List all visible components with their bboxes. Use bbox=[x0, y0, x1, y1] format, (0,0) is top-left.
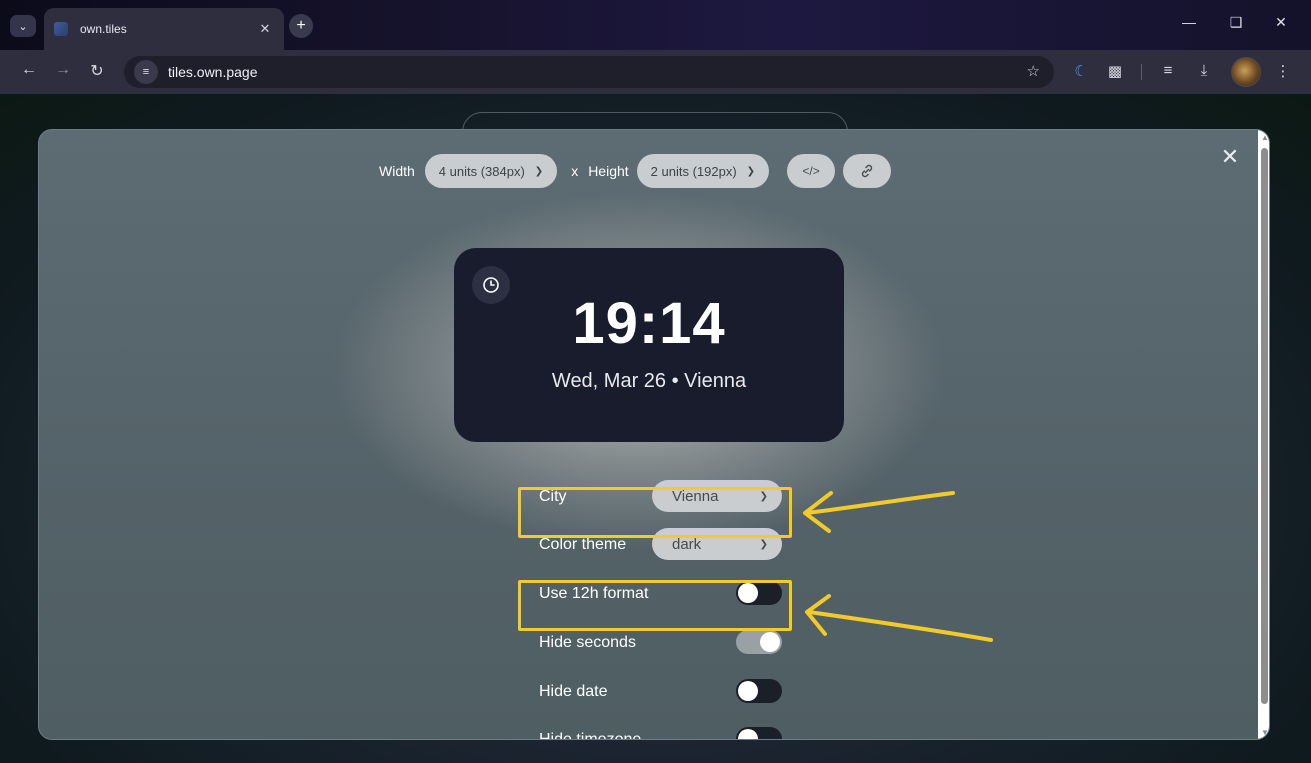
clock-date-location: Wed, Mar 26 • Vienna bbox=[551, 370, 747, 392]
new-tab-button[interactable]: + bbox=[289, 14, 313, 38]
hide-timezone-label: Hide timezone bbox=[539, 731, 642, 740]
tab-strip: ⌄ own.tiles ✕ + — ❑ ✕ bbox=[0, 0, 1311, 50]
scroll-down-icon[interactable]: ▼ bbox=[1261, 728, 1269, 737]
color-theme-value: dark bbox=[672, 535, 702, 553]
download-icon[interactable]: ⤓ bbox=[1193, 62, 1215, 79]
tab-close-icon[interactable]: ✕ bbox=[256, 21, 274, 37]
times-symbol: x bbox=[571, 163, 579, 179]
address-bar[interactable]: ≡ tiles.own.page ☆ bbox=[124, 56, 1054, 88]
width-select[interactable]: 4 units (384px) ❯ bbox=[424, 154, 558, 188]
hide-date-toggle[interactable] bbox=[736, 679, 782, 703]
height-value: 2 units (192px) bbox=[650, 163, 737, 179]
embed-code-button[interactable]: </> bbox=[787, 154, 836, 188]
link-icon bbox=[861, 164, 873, 178]
extension-c-icon[interactable]: ☾ bbox=[1070, 62, 1092, 80]
scroll-up-icon[interactable]: ▲ bbox=[1261, 133, 1269, 142]
profile-avatar[interactable] bbox=[1231, 57, 1261, 87]
annotation-arrow-hide-seconds bbox=[805, 594, 993, 642]
annotation-arrow-color-theme bbox=[803, 491, 955, 533]
minimize-icon[interactable]: — bbox=[1174, 14, 1204, 30]
hide-seconds-toggle[interactable] bbox=[736, 630, 782, 654]
height-label: Height bbox=[588, 163, 629, 179]
tab-title: own.tiles bbox=[80, 22, 127, 36]
forward-icon[interactable]: → bbox=[52, 61, 74, 79]
browser-toolbar: ← → ↻ ≡ tiles.own.page ☆ ☾ ▩ ≡ ⤓ ⋮ bbox=[0, 50, 1311, 94]
menu-kebab-icon[interactable]: ⋮ bbox=[1272, 62, 1294, 80]
url-text[interactable]: tiles.own.page bbox=[168, 64, 258, 80]
reload-icon[interactable]: ↻ bbox=[86, 61, 108, 81]
width-label: Width bbox=[379, 163, 415, 179]
clock-tile-preview: 19:14 Wed, Mar 26 • Vienna bbox=[454, 248, 844, 442]
favicon-icon bbox=[54, 22, 68, 36]
tile-settings-modal: ✕ ▲ ▼ Width 4 units (384px) ❯ x Height 2… bbox=[38, 129, 1270, 740]
hide-seconds-label: Hide seconds bbox=[539, 634, 636, 651]
code-icon: </> bbox=[802, 164, 820, 178]
modal-close-icon[interactable]: ✕ bbox=[1217, 144, 1243, 170]
size-controls: Width 4 units (384px) ❯ x Height 2 units… bbox=[379, 154, 892, 188]
restore-icon[interactable]: ❑ bbox=[1221, 14, 1251, 31]
toggle-knob bbox=[760, 632, 780, 652]
media-queue-icon[interactable]: ≡ bbox=[1157, 62, 1179, 79]
toolbar-separator bbox=[1141, 64, 1142, 80]
chevron-down-icon: ❯ bbox=[534, 165, 544, 177]
back-icon[interactable]: ← bbox=[18, 61, 40, 79]
toggle-knob bbox=[738, 729, 758, 739]
site-info-icon[interactable]: ≡ bbox=[134, 60, 158, 84]
chevron-down-icon: ❯ bbox=[759, 538, 768, 550]
highlight-box-color-theme bbox=[518, 487, 792, 538]
scroll-thumb[interactable] bbox=[1261, 148, 1268, 704]
hide-timezone-toggle[interactable] bbox=[736, 727, 782, 739]
extensions-puzzle-icon[interactable]: ▩ bbox=[1104, 62, 1126, 80]
toggle-knob bbox=[738, 681, 758, 701]
window-close-icon[interactable]: ✕ bbox=[1266, 14, 1296, 31]
color-theme-label: Color theme bbox=[539, 536, 627, 553]
browser-tab[interactable]: own.tiles ✕ bbox=[44, 8, 284, 50]
highlight-box-hide-seconds bbox=[518, 580, 792, 631]
width-value: 4 units (384px) bbox=[438, 163, 525, 179]
tab-search-button[interactable]: ⌄ bbox=[10, 15, 36, 37]
bookmark-star-icon[interactable]: ☆ bbox=[1027, 62, 1040, 80]
chevron-down-icon: ❯ bbox=[746, 165, 756, 177]
page-content: ✕ ▲ ▼ Width 4 units (384px) ❯ x Height 2… bbox=[0, 94, 1311, 763]
hide-date-label: Hide date bbox=[539, 683, 608, 700]
scrollbar[interactable]: ▲ ▼ bbox=[1258, 130, 1269, 739]
clock-time: 19:14 bbox=[572, 291, 726, 356]
copy-link-button[interactable] bbox=[843, 154, 892, 188]
height-select[interactable]: 2 units (192px) ❯ bbox=[636, 154, 770, 188]
